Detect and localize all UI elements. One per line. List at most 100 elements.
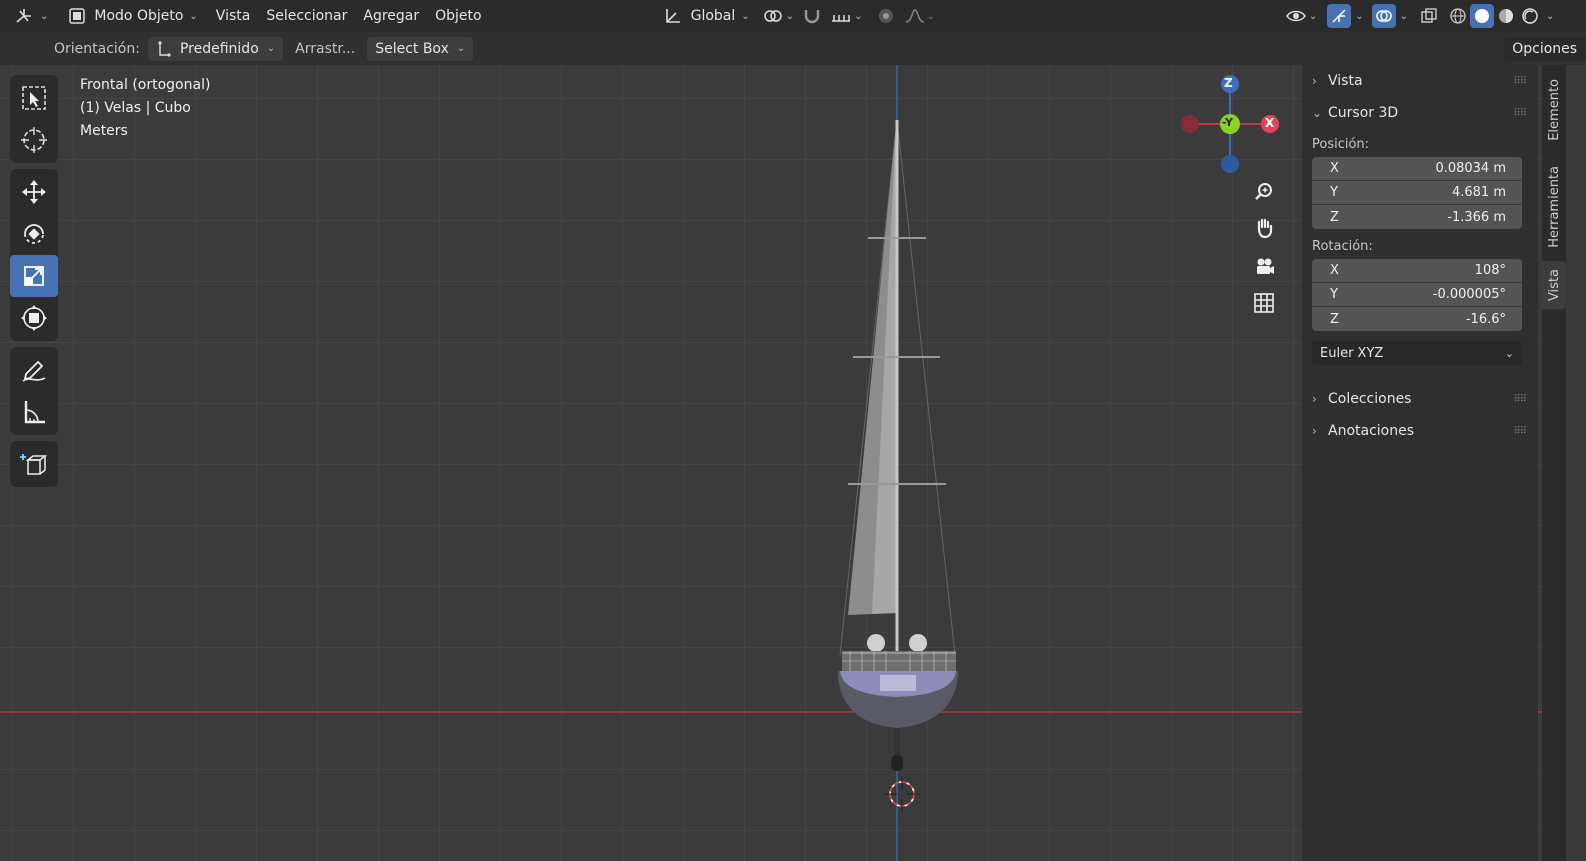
gizmo-icon [1330,7,1348,25]
units-text: Meters [80,123,128,139]
overlays-dropdown[interactable]: ⌄ [1396,3,1412,29]
transform-orientation-dropdown[interactable]: Global ⌄ [655,3,758,29]
position-z-field[interactable]: Z -1.366 m [1312,205,1522,229]
add-cube-icon [20,450,48,478]
section-colecciones[interactable]: › Colecciones ⠿⠿ [1302,383,1538,415]
chevron-down-icon: ⌄ [40,10,49,22]
tab-vista[interactable]: Vista [1542,261,1566,309]
tool-group-transform [10,169,58,341]
proportional-falloff-dropdown[interactable]: ⌄ [900,3,938,29]
overlays-toggle[interactable] [1371,4,1396,28]
select-mode-value: Select Box [375,40,449,57]
tab-elemento[interactable]: Elemento [1542,71,1566,149]
visibility-dropdown[interactable]: ⌄ [1281,3,1321,29]
gizmo-toggle[interactable] [1327,4,1352,28]
add-cube-tool[interactable] [10,443,58,485]
field-value: -0.000005° [1432,287,1506,302]
gizmo-dropdown[interactable]: ⌄ [1351,3,1367,29]
section-anotaciones-label: Anotaciones [1328,423,1415,439]
mode-dropdown[interactable]: Modo Objeto ⌄ [60,3,205,29]
shading-solid-button[interactable] [1470,4,1495,28]
chevron-down-icon: ⌄ [1312,106,1323,120]
drag-grip-icon[interactable]: ⠿⠿ [1513,394,1527,405]
scale-tool[interactable] [10,255,58,297]
position-x-field[interactable]: X 0.08034 m [1312,157,1522,181]
orientation-label: Global [690,8,736,24]
section-cursor3d-label: Cursor 3D [1328,105,1399,121]
cursor-tool[interactable] [10,119,58,161]
field-value: 4.681 m [1451,185,1506,200]
tab-elemento-label: Elemento [1546,79,1562,141]
pivot-point-dropdown[interactable]: ⌄ [758,3,798,29]
chevron-right-icon: › [1312,392,1317,406]
rotation-mode-dropdown[interactable]: Euler XYZ ⌄ [1312,341,1522,365]
perspective-toggle-button[interactable] [1249,288,1279,318]
axis-label: Z [1330,209,1339,225]
rotation-x-field[interactable]: X 108° [1312,259,1522,283]
gizmo-x-label[interactable]: X [1265,116,1274,130]
orientation-dropdown[interactable]: Predefinido ⌄ [147,36,284,61]
scale-icon [20,262,48,290]
drag-grip-icon[interactable]: ⠿⠿ [1513,108,1527,119]
shading-material-button[interactable] [1494,3,1518,29]
field-value: 0.08034 m [1435,161,1506,176]
rotation-z-field[interactable]: Z -16.6° [1312,307,1522,331]
snap-target-dropdown[interactable]: ⌄ [826,3,866,29]
snap-increment-icon [830,7,852,25]
drag-grip-icon[interactable]: ⠿⠿ [1513,76,1527,87]
select-mode-dropdown[interactable]: Select Box ⌄ [367,36,474,61]
tab-herramienta[interactable]: Herramienta [1542,157,1566,257]
sidebar-tabs: Elemento Herramienta Vista [1542,65,1566,861]
annotate-tool[interactable] [10,349,58,391]
chevron-down-icon: ⌄ [456,43,466,54]
rotate-tool[interactable] [10,213,58,255]
orientation-text: Orientación: [54,40,140,57]
chevron-down-icon: ⌄ [1546,10,1555,22]
menu-objeto[interactable]: Objeto [427,3,489,29]
xray-toggle[interactable] [1416,3,1442,29]
section-cursor3d[interactable]: ⌄ Cursor 3D ⠿⠿ [1302,97,1538,129]
pan-button[interactable] [1249,213,1279,243]
shading-rendered-button[interactable] [1518,3,1542,29]
position-y-field[interactable]: Y 4.681 m [1312,181,1522,205]
editor-type-button[interactable]: ⌄ [8,3,54,29]
view-name-text: Frontal (ortogonal) [80,77,211,93]
orientation-value: Predefinido [179,40,259,57]
options-dropdown[interactable]: Opciones ⌄ [1504,36,1586,61]
select-box-tool[interactable] [10,77,58,119]
chevron-down-icon: ⌄ [854,10,863,22]
xray-icon [1420,7,1438,25]
menu-agregar[interactable]: Agregar [355,3,427,29]
field-value: -1.366 m [1447,209,1506,225]
gizmo-z-label[interactable]: Z [1224,76,1233,90]
snap-toggle[interactable] [798,3,826,29]
section-vista[interactable]: › Vista ⠿⠿ [1302,65,1538,97]
axis-label: Y [1330,185,1338,200]
magnifier-icon [1253,181,1275,203]
mode-label: Modo Objeto [94,8,184,24]
menu-seleccionar[interactable]: Seleccionar [258,3,355,29]
measure-tool[interactable] [10,391,58,433]
sailboat-model [838,119,958,771]
sidebar-panel: › Vista ⠿⠿ ⌄ Cursor 3D ⠿⠿ Posición: X 0.… [1302,65,1538,861]
chevron-down-icon: ⌄ [189,10,198,22]
shading-wireframe-button[interactable] [1446,3,1470,29]
section-anotaciones[interactable]: › Anotaciones ⠿⠿ [1302,415,1538,447]
drag-grip-icon[interactable]: ⠿⠿ [1513,426,1527,437]
chevron-down-icon: ⌄ [1355,10,1364,22]
camera-view-button[interactable] [1249,251,1279,281]
move-tool[interactable] [10,171,58,213]
rotation-y-field[interactable]: Y -0.000005° [1312,283,1522,307]
tool-group-annotate [10,347,58,435]
shading-dropdown[interactable]: ⌄ [1542,3,1558,29]
axes-editor-icon [14,7,34,25]
orientation-icon [663,7,683,25]
drag-label: Arrastr... [295,40,356,57]
menu-vista[interactable]: Vista [208,3,259,29]
transform-tool[interactable] [10,297,58,339]
gizmo-y-label[interactable]: -Y [1222,116,1233,129]
chevron-down-icon: ⌄ [1504,346,1514,360]
zoom-button[interactable] [1249,177,1279,207]
proportional-edit-toggle[interactable] [872,3,900,29]
select-box-icon [20,84,48,112]
